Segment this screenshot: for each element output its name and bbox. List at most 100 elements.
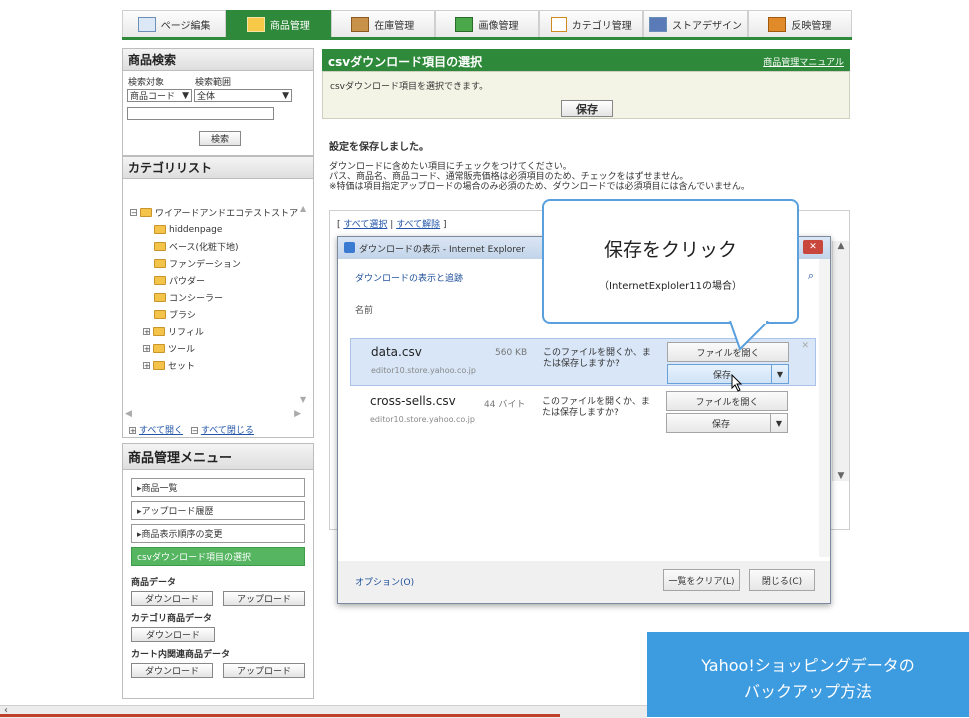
file-name: cross-sells.csv [370, 394, 456, 408]
store-design-icon [649, 16, 668, 32]
options-link[interactable]: オプション(O) [355, 575, 414, 588]
collapse-icon[interactable]: − [130, 209, 137, 217]
open-file-button[interactable]: ファイルを開く [666, 391, 788, 411]
scroll-left-icon[interactable]: ◀ [125, 409, 132, 419]
search-target-label: 検索対象 [128, 78, 165, 88]
inventory-icon [351, 16, 370, 32]
name-column-header: 名前 [355, 306, 374, 316]
scroll-down-icon[interactable]: ▼ [300, 395, 306, 404]
field-list-scrollbar[interactable]: ▲ ▼ [832, 241, 849, 481]
menu-item[interactable]: ▸商品表示順序の変更 [131, 524, 305, 543]
cart-upload-button[interactable]: アップロード [223, 663, 305, 678]
product-data-label: 商品データ [131, 578, 177, 588]
page-title: csvダウンロード項目の選択 [328, 55, 483, 69]
folder-icon [153, 344, 165, 353]
chevron-down-icon: ▼ [282, 90, 289, 101]
deselect-all-link[interactable]: すべて解除 [396, 220, 440, 230]
scroll-right-icon[interactable]: ▶ [294, 409, 301, 419]
search-icon[interactable]: ⌕ [808, 269, 814, 283]
collapse-all-link[interactable]: すべて閉じる [201, 426, 254, 436]
folder-icon [154, 259, 166, 268]
folder-icon [140, 208, 152, 217]
search-range-select[interactable]: 全体 ▼ [194, 89, 292, 102]
dialog-scrollbar[interactable] [819, 259, 830, 557]
tree-controls: + すべて開く − すべて閉じる [129, 426, 254, 436]
page-description: csvダウンロード項目を選択できます。 [330, 82, 489, 92]
page-hscrollbar[interactable]: ‹ [0, 705, 647, 718]
saved-message: 設定を保存しました。 [329, 142, 429, 153]
title-banner: Yahoo!ショッピングデータの バックアップ方法 [647, 632, 969, 717]
search-panel: 商品検索 検索対象 検索範囲 商品コード ▼ 全体 ▼ 検索 [122, 48, 314, 156]
file-name: data.csv [371, 345, 422, 359]
tree-item[interactable]: hiddenpage [130, 221, 302, 238]
file-prompt: このファイルを開くか、または保存しますか? [543, 348, 651, 369]
search-target-select[interactable]: 商品コード ▼ [127, 89, 192, 102]
tree-item[interactable]: + リフィル [130, 323, 302, 340]
scroll-up-icon[interactable]: ▲ [833, 241, 849, 251]
tree-item[interactable]: ベース(化粧下地) [130, 238, 302, 255]
tree-item[interactable]: コンシーラー [130, 289, 302, 306]
close-icon[interactable]: ✕ [803, 240, 823, 254]
category-panel-title: カテゴリリスト [122, 156, 314, 179]
folder-icon [154, 225, 166, 234]
tab-category[interactable]: カテゴリ管理 [539, 10, 644, 37]
tab-publish[interactable]: 反映管理 [747, 10, 852, 37]
page-edit-icon [137, 16, 156, 32]
ie-icon [344, 242, 355, 253]
category-data-label: カテゴリ商品データ [131, 614, 213, 624]
menu-item[interactable]: csvダウンロード項目の選択 [131, 547, 305, 566]
tree-hscrollbar[interactable]: ◀ ▶ [125, 409, 301, 419]
banner-line-1: Yahoo!ショッピングデータの [701, 656, 915, 675]
folder-icon [154, 293, 166, 302]
tab-inventory[interactable]: 在庫管理 [330, 10, 435, 37]
tree-root[interactable]: − ワイアードアンドエコテストストア [130, 204, 302, 221]
product-upload-button[interactable]: アップロード [223, 591, 305, 606]
tree-item[interactable]: ファンデーション [130, 255, 302, 272]
expand-icon[interactable]: + [143, 328, 150, 336]
search-input[interactable] [127, 107, 274, 120]
tree-item[interactable]: + セット [130, 357, 302, 374]
tree-scrollbar[interactable]: ▲ ▼ [300, 204, 310, 404]
clear-list-button[interactable]: 一覧をクリア(L) [663, 569, 740, 591]
save-button[interactable]: 保存 [561, 100, 613, 117]
search-button[interactable]: 検索 [199, 131, 241, 146]
product-menu-panel: 商品管理メニュー ▸商品一覧 ▸アップロード履歴 ▸商品表示順序の変更 csvダウンロ… [122, 443, 314, 699]
remove-icon[interactable]: ✕ [801, 341, 809, 351]
callout-subtitle: （InternetExploler11の場合） [599, 281, 742, 292]
tab-page-edit[interactable]: ページ編集 [122, 10, 227, 37]
tab-image[interactable]: 画像管理 [434, 10, 540, 37]
main-header: csvダウンロード項目の選択 商品管理マニュアル [322, 49, 850, 71]
folder-icon [154, 310, 166, 319]
tree-item[interactable]: ブラシ [130, 306, 302, 323]
save-file-button[interactable]: 保存 ▼ [666, 413, 788, 433]
dropdown-arrow-icon[interactable]: ▼ [770, 414, 787, 432]
category-download-button[interactable]: ダウンロード [131, 627, 215, 642]
top-nav: ページ編集 商品管理 在庫管理 画像管理 カテゴリ管理 ストアデザイン 反映管理 [122, 10, 852, 40]
tree-item[interactable]: + ツール [130, 340, 302, 357]
save-file-button[interactable]: 保存 ▼ [667, 364, 789, 384]
cart-download-button[interactable]: ダウンロード [131, 663, 213, 678]
product-download-button[interactable]: ダウンロード [131, 591, 213, 606]
tab-product[interactable]: 商品管理 [226, 10, 331, 37]
expand-icon[interactable]: + [143, 362, 150, 370]
category-icon [550, 16, 567, 32]
tab-store-design[interactable]: ストアデザイン [643, 10, 748, 37]
category-tree: − ワイアードアンドエコテストストア hiddenpage ベース(化粧下地) ファン… [130, 204, 302, 374]
scroll-down-icon[interactable]: ▼ [833, 471, 849, 481]
scroll-up-icon[interactable]: ▲ [300, 204, 310, 213]
dropdown-arrow-icon[interactable]: ▼ [771, 365, 788, 383]
expand-all-link[interactable]: すべて開く [139, 426, 183, 436]
tree-item[interactable]: パウダー [130, 272, 302, 289]
expand-icon[interactable]: + [143, 345, 150, 353]
callout-title: 保存をクリック [603, 239, 737, 261]
menu-item[interactable]: ▸商品一覧 [131, 478, 305, 497]
select-all-link[interactable]: すべて選択 [343, 220, 387, 230]
manual-link[interactable]: 商品管理マニュアル [763, 55, 844, 68]
close-button[interactable]: 閉じる(C) [749, 569, 815, 591]
file-source: editor10.store.yahoo.co.jp [371, 366, 476, 375]
file-row-cross-sells-csv[interactable]: cross-sells.csv 44 バイト editor10.store.ya… [350, 388, 816, 436]
dialog-subtitle: ダウンロードの表示と追跡 [355, 274, 464, 284]
file-source: editor10.store.yahoo.co.jp [370, 415, 475, 424]
menu-item[interactable]: ▸アップロード履歴 [131, 501, 305, 520]
folder-icon [153, 327, 165, 336]
